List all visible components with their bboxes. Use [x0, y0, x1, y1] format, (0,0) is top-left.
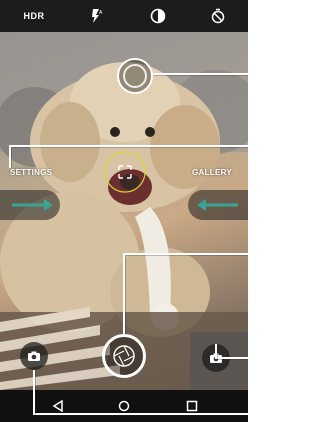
switch-camera-button[interactable]	[20, 342, 48, 370]
flash-auto-icon: A	[92, 9, 103, 23]
back-icon	[52, 400, 63, 412]
shutter-icon	[113, 345, 135, 367]
nav-home-button[interactable]	[108, 390, 140, 422]
arrow-left-icon	[197, 199, 238, 211]
nav-back-button[interactable]	[42, 390, 74, 422]
svg-text:A: A	[99, 10, 103, 16]
camera-mode-button[interactable]	[202, 344, 230, 372]
switch-camera-icon	[28, 351, 40, 361]
focus-frame-icon	[104, 151, 146, 193]
filter-toggle[interactable]	[146, 0, 170, 32]
timer-toggle[interactable]	[206, 0, 230, 32]
camera-screen: SETTINGS GALLERY HDR A	[0, 0, 248, 422]
hdr-toggle[interactable]: HDR	[14, 0, 54, 32]
shutter-button[interactable]	[102, 334, 146, 378]
camera-icon	[210, 353, 222, 363]
exposure-dial-ring	[123, 64, 147, 88]
settings-label: SETTINGS	[10, 168, 53, 177]
camera-top-bar: HDR A	[0, 0, 248, 32]
filter-icon	[150, 8, 166, 24]
camera-viewfinder[interactable]: SETTINGS GALLERY	[0, 32, 248, 390]
gallery-label: GALLERY	[192, 168, 233, 177]
recents-icon	[186, 400, 198, 412]
flash-toggle[interactable]: A	[84, 0, 108, 32]
nav-recents-button[interactable]	[176, 390, 208, 422]
timer-icon	[211, 8, 225, 24]
exposure-dial-button[interactable]	[117, 58, 153, 94]
arrow-right-icon	[12, 199, 53, 211]
home-icon	[118, 400, 130, 412]
system-nav-bar	[0, 390, 248, 422]
